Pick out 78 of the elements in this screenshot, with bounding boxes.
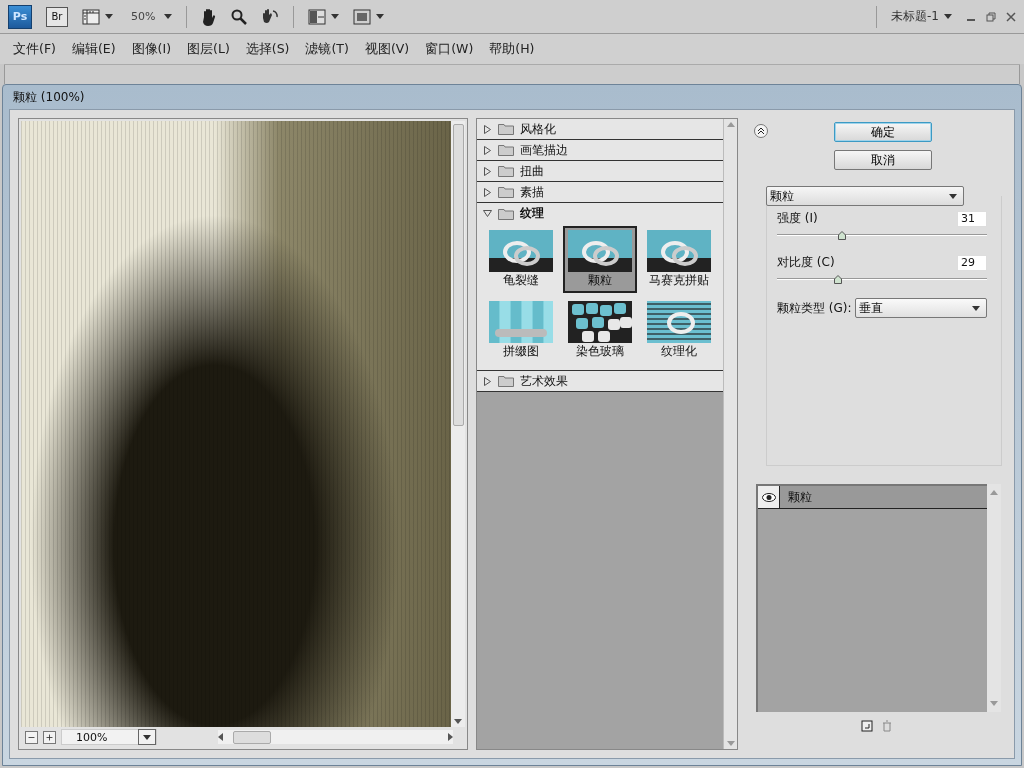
scroll-down-icon[interactable] — [454, 719, 462, 724]
folder-icon — [498, 165, 514, 177]
close-icon[interactable] — [1006, 11, 1016, 22]
document-dropdown[interactable]: 未标题-1 — [891, 8, 952, 25]
guides-icon — [82, 8, 100, 25]
horizontal-scrollbar[interactable] — [218, 730, 453, 744]
dialog-title: 颗粒 (100%) — [13, 88, 85, 106]
menu-item[interactable]: 文件(F) — [6, 38, 63, 60]
folder-icon — [498, 375, 514, 387]
search-icon[interactable] — [231, 8, 248, 25]
layout-icon — [308, 8, 327, 25]
arrange-documents-button[interactable] — [308, 8, 340, 25]
screen-mode-icon — [353, 8, 372, 25]
ok-button[interactable]: 确定 — [834, 122, 932, 142]
scrollbar-thumb[interactable] — [452, 124, 464, 426]
scroll-left-icon[interactable] — [218, 733, 223, 741]
caret-icon — [164, 14, 173, 19]
folder-icon — [498, 123, 514, 135]
zoom-level-dropdown[interactable]: 50% — [127, 10, 173, 23]
expand-triangle-icon[interactable] — [483, 187, 492, 197]
value-field[interactable]: 29 — [957, 254, 987, 271]
caret-icon — [376, 14, 385, 19]
slider-thumb[interactable] — [838, 231, 847, 240]
filter-category[interactable]: 素描 — [477, 182, 723, 203]
expand-triangle-icon[interactable] — [483, 376, 492, 386]
rotate-view-icon[interactable] — [261, 7, 280, 26]
expand-triangle-icon[interactable] — [483, 124, 492, 134]
menu-item[interactable]: 窗口(W) — [418, 38, 481, 60]
photoshop-logo[interactable]: Ps — [8, 4, 32, 29]
caret-icon — [143, 734, 151, 740]
zoom-out-icon[interactable] — [25, 730, 38, 744]
hand-icon[interactable] — [201, 7, 218, 26]
menu-item[interactable]: 图层(L) — [180, 38, 237, 60]
filter-category[interactable]: 风格化 — [477, 119, 723, 140]
vertical-scrollbar[interactable] — [451, 121, 465, 727]
effect-layer-row[interactable]: 颗粒 — [758, 486, 987, 509]
zoom-field[interactable]: 100% — [61, 729, 157, 745]
caret-icon — [105, 14, 113, 19]
caret-icon — [944, 14, 952, 19]
parameter-label: 强度 (I) — [777, 210, 818, 227]
expand-triangle-icon[interactable] — [483, 166, 492, 176]
expand-triangle-icon[interactable] — [483, 145, 492, 155]
view-extras-button[interactable] — [82, 8, 113, 25]
filter-category[interactable]: 艺术效果 — [477, 371, 723, 392]
screen-mode-button[interactable] — [353, 8, 385, 25]
scroll-right-icon[interactable] — [448, 733, 453, 741]
eye-icon[interactable] — [761, 492, 776, 502]
folder-icon — [498, 144, 514, 156]
collapse-triangle-icon[interactable] — [483, 209, 492, 218]
zoom-in-icon[interactable] — [43, 730, 56, 744]
folder-icon — [498, 186, 514, 198]
caret-icon — [971, 305, 980, 311]
folder-icon — [498, 207, 514, 220]
filter-category[interactable]: 扭曲 — [477, 161, 723, 182]
filter-category[interactable]: 画笔描边 — [477, 140, 723, 161]
collapse-button[interactable] — [754, 124, 768, 138]
parameter-label: 对比度 (C) — [777, 254, 835, 271]
filter-category[interactable]: 纹理 — [477, 203, 723, 224]
caret-icon — [949, 193, 957, 199]
filter-dropdown[interactable]: 颗粒 — [766, 186, 964, 206]
menu-item[interactable]: 编辑(E) — [64, 38, 123, 60]
bridge-button[interactable]: Br — [46, 6, 68, 27]
cancel-button[interactable]: 取消 — [834, 150, 932, 170]
caret-icon — [331, 14, 340, 19]
menu-item[interactable]: 选择(S) — [238, 38, 297, 60]
scrollbar-thumb[interactable] — [233, 730, 271, 744]
chevron-up-icon — [757, 127, 765, 135]
restore-icon[interactable] — [986, 11, 996, 22]
value-field[interactable]: 31 — [957, 210, 987, 227]
menu-item[interactable]: 图像(I) — [124, 38, 179, 60]
menu-item[interactable]: 滤镜(T) — [298, 38, 356, 60]
slider-thumb[interactable] — [833, 275, 842, 284]
menu-item[interactable]: 视图(V) — [357, 38, 417, 60]
menu-item[interactable]: 帮助(H) — [482, 38, 542, 60]
new-layer-icon[interactable] — [860, 720, 873, 732]
filter-thumbnail[interactable]: 颗粒 — [563, 226, 637, 293]
grain-type-dropdown[interactable]: 垂直 — [854, 298, 987, 318]
grain-type-label: 颗粒类型 (G): — [777, 299, 852, 317]
